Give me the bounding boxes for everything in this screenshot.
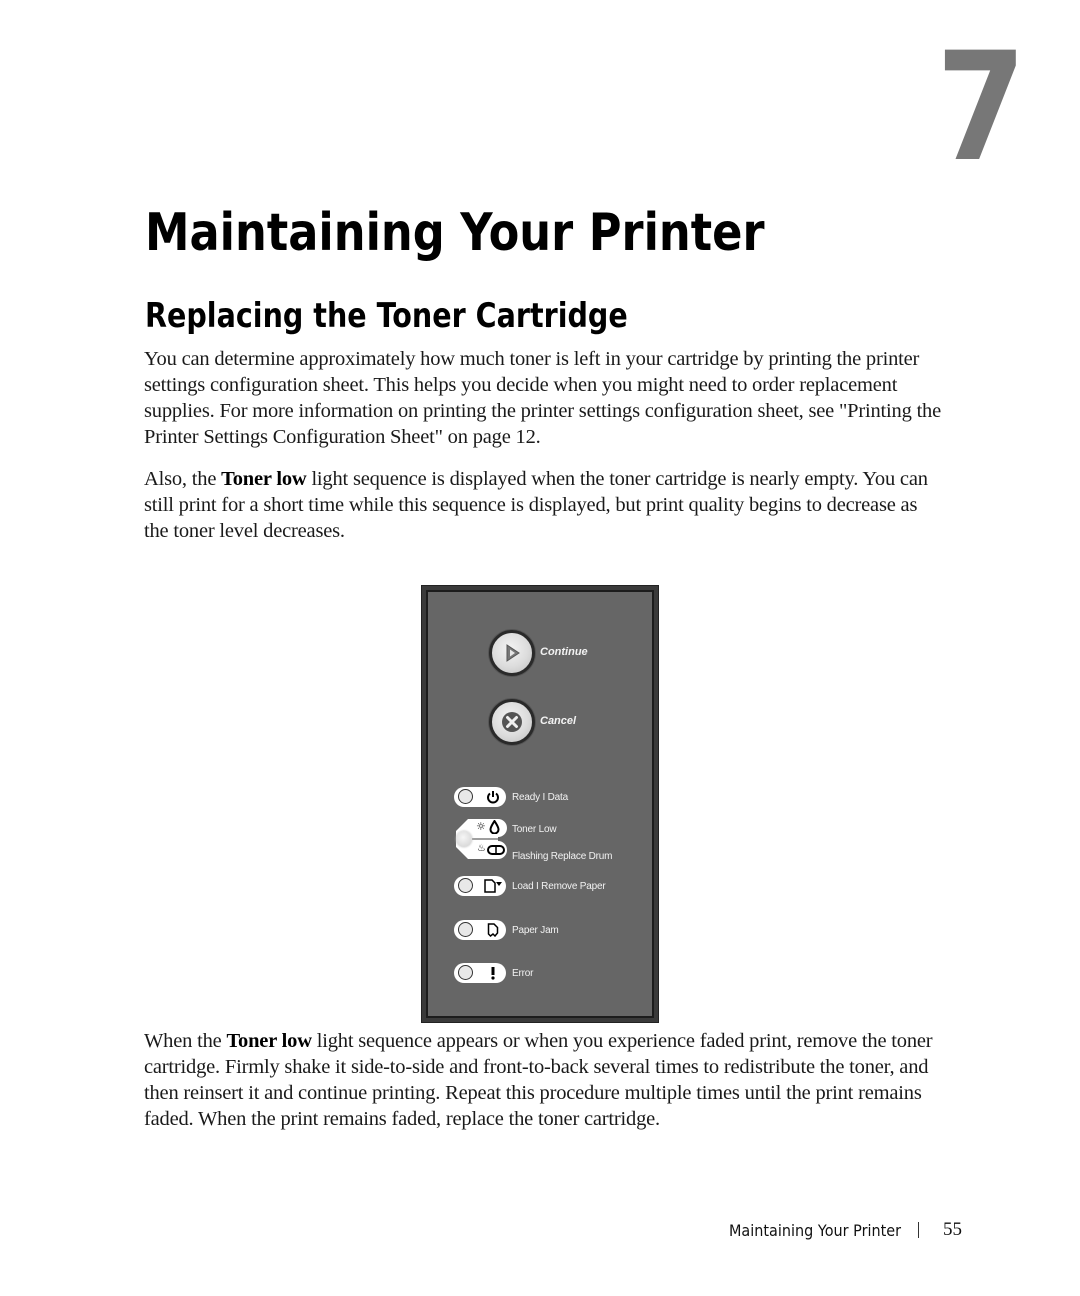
light-ready-data — [454, 787, 506, 807]
led-indicator — [458, 878, 473, 893]
led-indicator — [458, 789, 473, 804]
cancel-button[interactable] — [489, 699, 535, 745]
bulb-icon: ♨ — [477, 843, 486, 854]
paper-jam-label: Paper Jam — [512, 925, 559, 936]
paper-load-icon — [483, 877, 503, 895]
section-title: Replacing the Toner Cartridge — [145, 296, 628, 336]
paragraph-intro: You can determine approximately how much… — [144, 348, 942, 448]
cancel-label: Cancel — [540, 715, 577, 727]
led-indicator — [458, 922, 473, 937]
footer-divider — [918, 1222, 919, 1238]
text: When the — [144, 1030, 227, 1052]
footer-title: Maintaining Your Printer — [729, 1220, 902, 1240]
page-footer: Maintaining Your Printer 55 — [729, 1219, 962, 1241]
paragraph-toner-low: Also, the Toner low light sequence is di… — [144, 466, 944, 544]
error-label: Error — [512, 968, 534, 979]
power-icon — [485, 788, 501, 806]
led-indicator-lit — [456, 831, 472, 847]
load-remove-paper-label: Load I Remove Paper — [512, 881, 606, 892]
light-toner-drum: ☼ ♨ — [454, 817, 508, 861]
paper-jam-icon — [485, 921, 501, 939]
x-icon — [502, 712, 522, 732]
light-load-remove-paper — [454, 876, 506, 896]
light-error — [454, 963, 506, 983]
play-icon — [506, 644, 520, 662]
replace-drum-label: Flashing Replace Drum — [512, 851, 613, 862]
toner-low-label: Toner Low — [512, 824, 557, 835]
continue-button[interactable] — [489, 630, 535, 676]
led-indicator — [458, 965, 473, 980]
paragraph-instructions: When the Toner low light sequence appear… — [144, 1028, 944, 1132]
control-panel: Continue Cancel Ready I Data ☼ ♨ Toner L… — [426, 590, 654, 1018]
exclamation-icon — [485, 964, 501, 982]
page-number: 55 — [943, 1219, 962, 1240]
page-title: Maintaining Your Printer — [145, 203, 765, 263]
control-panel-figure: Continue Cancel Ready I Data ☼ ♨ Toner L… — [421, 585, 659, 1023]
ready-data-label: Ready I Data — [512, 792, 568, 803]
light-paper-jam — [454, 920, 506, 940]
text: Also, the — [144, 468, 222, 490]
continue-label: Continue — [540, 646, 588, 658]
term-toner-low: Toner low — [221, 468, 307, 490]
chapter-number: 7 — [936, 21, 1027, 195]
sun-icon: ☼ — [476, 820, 486, 833]
term-toner-low: Toner low — [226, 1030, 312, 1052]
